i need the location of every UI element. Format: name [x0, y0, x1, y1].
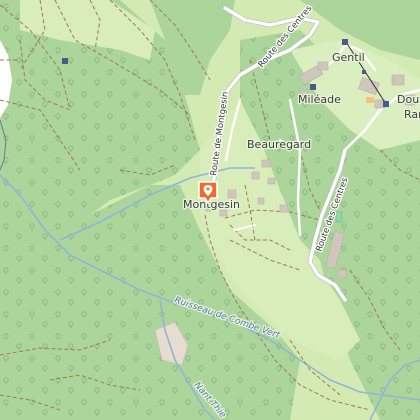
- poi-marker: [62, 58, 68, 64]
- lift-pylon: [362, 70, 366, 74]
- place-label-gentil: Gentil: [332, 51, 365, 64]
- place-label-mileade: Miléade: [298, 93, 341, 106]
- place-label-dou: Dou: [397, 93, 419, 106]
- poi-mileade-marker: [310, 84, 316, 90]
- lift-station-bottom: [383, 101, 389, 107]
- map-view[interactable]: Route des Centres Route de Montgesin Rou…: [0, 0, 420, 420]
- place-label-montgesin: Montgesin: [183, 198, 240, 211]
- place-label-beauregard: Beauregard: [247, 138, 311, 151]
- place-label-ran: Ran: [404, 108, 420, 121]
- lift-station-top: [342, 39, 348, 45]
- playground-dot: [366, 97, 374, 103]
